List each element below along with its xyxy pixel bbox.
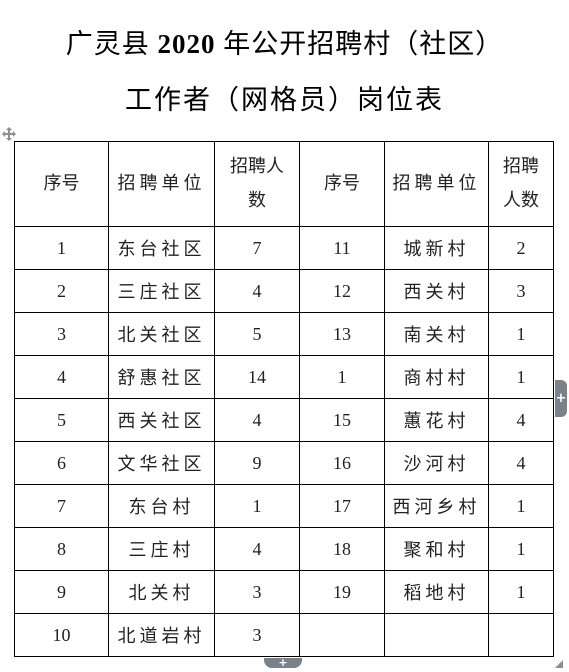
count-cell: 1 <box>488 570 554 614</box>
table-row: 10 北道岩村 3 <box>14 613 554 657</box>
header-unit-left: 招聘单位 <box>108 141 215 227</box>
header-count-right-line2: 人数 <box>503 190 539 211</box>
seq-cell: 4 <box>14 355 109 399</box>
count-cell: 1 <box>488 484 554 528</box>
add-column-button[interactable]: + <box>555 380 567 417</box>
header-count-left-line1: 招聘人 <box>230 156 284 177</box>
document-title-line2: 工作者（网格员）岗位表 <box>125 85 444 116</box>
add-row-button[interactable]: + <box>264 656 302 669</box>
header-count-right: 招聘 人数 <box>488 141 554 227</box>
unit-cell: 沙河村 <box>384 441 489 485</box>
count-cell: 3 <box>488 269 554 313</box>
seq-cell <box>299 613 385 657</box>
count-cell: 1 <box>488 355 554 399</box>
count-cell: 2 <box>488 226 554 270</box>
unit-cell: 商村村 <box>384 355 489 399</box>
unit-cell: 西河乡村 <box>384 484 489 528</box>
count-cell: 9 <box>214 441 300 485</box>
unit-cell: 文华社区 <box>108 441 215 485</box>
title-year: 2020 <box>149 29 224 59</box>
seq-cell: 6 <box>14 441 109 485</box>
header-count-left-line2: 数 <box>248 190 266 211</box>
title-prefix: 广灵县 <box>65 29 150 60</box>
count-cell: 1 <box>488 312 554 356</box>
unit-cell: 聚和村 <box>384 527 489 571</box>
unit-cell: 北道岩村 <box>108 613 215 657</box>
table-header-row: 序号 招聘单位 招聘人数 序号 招聘单位 招聘 人数 <box>14 141 554 227</box>
seq-cell: 1 <box>299 355 385 399</box>
title-suffix: 年公开招聘村（社区） <box>223 29 504 60</box>
seq-cell: 5 <box>14 398 109 442</box>
table-resize-handle[interactable] <box>555 660 563 668</box>
seq-cell: 3 <box>14 312 109 356</box>
count-cell: 3 <box>214 570 300 614</box>
seq-cell: 11 <box>299 226 385 270</box>
unit-cell: 城新村 <box>384 226 489 270</box>
plus-icon: + <box>278 656 288 669</box>
count-cell: 4 <box>488 398 554 442</box>
count-cell: 7 <box>214 226 300 270</box>
document-title-line1: 广灵县 2020 年公开招聘村（社区） <box>0 22 569 61</box>
header-seq-right: 序号 <box>299 141 385 227</box>
table-row: 2 三庄社区 4 12 西关村 3 <box>14 269 554 313</box>
unit-cell: 东台村 <box>108 484 215 528</box>
seq-cell: 15 <box>299 398 385 442</box>
seq-cell: 8 <box>14 527 109 571</box>
seq-cell: 10 <box>14 613 109 657</box>
table-row: 7 东台村 1 17 西河乡村 1 <box>14 484 554 528</box>
table-row: 9 北关村 3 19 稻地村 1 <box>14 570 554 614</box>
count-cell: 4 <box>214 527 300 571</box>
count-cell: 14 <box>214 355 300 399</box>
table-row: 8 三庄村 4 18 聚和村 1 <box>14 527 554 571</box>
count-cell: 5 <box>214 312 300 356</box>
recruitment-table: 序号 招聘单位 招聘人数 序号 招聘单位 招聘 人数 1 东台社区 7 11 城新… <box>14 141 554 657</box>
unit-cell: 北关社区 <box>108 312 215 356</box>
unit-cell: 三庄村 <box>108 527 215 571</box>
seq-cell: 2 <box>14 269 109 313</box>
seq-cell: 9 <box>14 570 109 614</box>
table-row: 5 西关社区 4 15 蕙花村 4 <box>14 398 554 442</box>
count-cell: 1 <box>488 527 554 571</box>
seq-cell: 1 <box>14 226 109 270</box>
unit-cell: 东台社区 <box>108 226 215 270</box>
seq-cell: 19 <box>299 570 385 614</box>
unit-cell: 南关村 <box>384 312 489 356</box>
header-seq-left: 序号 <box>14 141 109 227</box>
table-row: 3 北关社区 5 13 南关村 1 <box>14 312 554 356</box>
unit-cell: 西关社区 <box>108 398 215 442</box>
count-cell: 4 <box>214 269 300 313</box>
table-move-icon[interactable] <box>2 127 16 141</box>
seq-cell: 12 <box>299 269 385 313</box>
unit-cell <box>384 613 489 657</box>
unit-cell: 三庄社区 <box>108 269 215 313</box>
unit-cell: 舒惠社区 <box>108 355 215 399</box>
unit-cell: 西关村 <box>384 269 489 313</box>
table-row: 4 舒惠社区 14 1 商村村 1 <box>14 355 554 399</box>
seq-cell: 17 <box>299 484 385 528</box>
count-cell: 4 <box>214 398 300 442</box>
seq-cell: 13 <box>299 312 385 356</box>
header-count-right-line1: 招聘 <box>503 156 539 177</box>
seq-cell: 18 <box>299 527 385 571</box>
count-cell <box>488 613 554 657</box>
header-count-left: 招聘人数 <box>214 141 300 227</box>
count-cell: 4 <box>488 441 554 485</box>
seq-cell: 7 <box>14 484 109 528</box>
table-row: 1 东台社区 7 11 城新村 2 <box>14 226 554 270</box>
count-cell: 1 <box>214 484 300 528</box>
table-row: 6 文华社区 9 16 沙河村 4 <box>14 441 554 485</box>
unit-cell: 北关村 <box>108 570 215 614</box>
seq-cell: 16 <box>299 441 385 485</box>
plus-icon: + <box>555 391 567 406</box>
header-unit-right: 招聘单位 <box>384 141 489 227</box>
unit-cell: 蕙花村 <box>384 398 489 442</box>
count-cell: 3 <box>214 613 300 657</box>
unit-cell: 稻地村 <box>384 570 489 614</box>
